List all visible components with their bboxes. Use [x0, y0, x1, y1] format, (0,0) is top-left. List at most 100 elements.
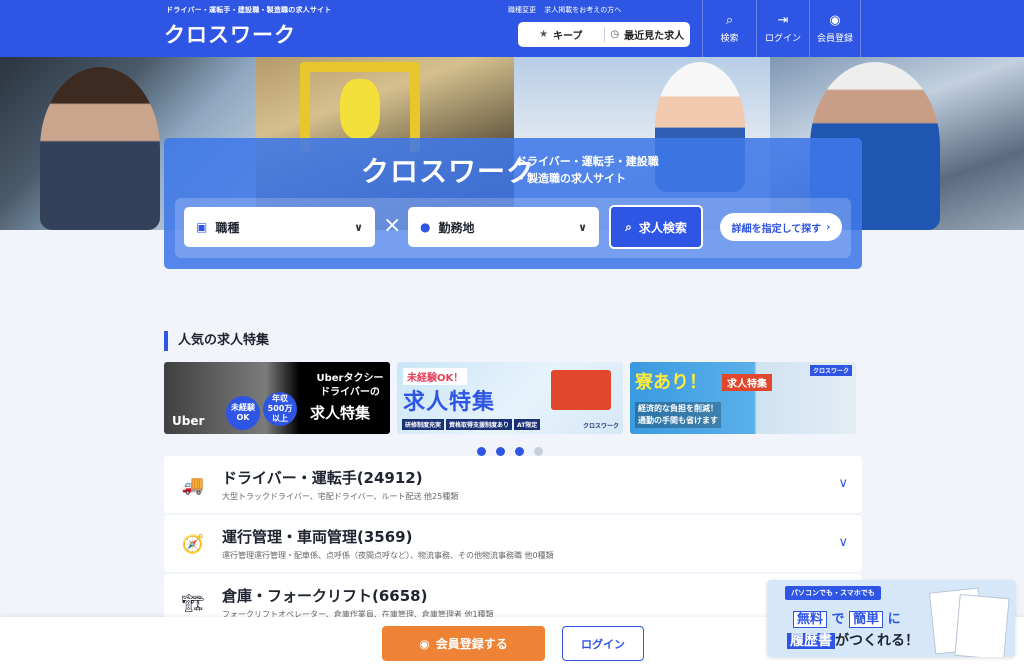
nav-search[interactable]: ⌕ 検索 [702, 0, 756, 57]
search-panel: クロスワーク ドライバー・運転手・建設職 ・製造職の求人サイト ▣ 職種 ∨ ×… [164, 138, 862, 269]
register-label: 会員登録する [435, 637, 508, 651]
no-experience-small: 未経験OK！ [403, 368, 468, 385]
banner-logo: クロスワーク [582, 423, 619, 430]
change-job-link[interactable]: 職種変更 [508, 6, 536, 14]
dormitory-line1: 経済的な負担を削減！ [638, 404, 718, 413]
carousel-dot[interactable] [534, 447, 543, 456]
banner-tag: AT限定 [514, 419, 541, 430]
ad-line1: パソコンでも・スマホでも [785, 586, 881, 600]
clock-icon: ◷ [610, 29, 620, 40]
briefcase-icon: ▣ [196, 220, 208, 234]
chevron-down-icon[interactable]: ∨ [838, 535, 848, 550]
login-button[interactable]: ログイン [562, 626, 644, 661]
uber-brand: Uber [172, 414, 205, 428]
ad-word-easy: 簡単 [849, 611, 884, 628]
dormitory-lines: 経済的な負担を削減！ 通勤の手間も省けます [635, 402, 721, 428]
search-form: ▣ 職種 ∨ × ● 勤務地 ∨ ⌕ 求人検索 詳細を指定して探す › [175, 198, 851, 258]
ad-word-resume: 履歴書 [787, 633, 835, 649]
resume-ad[interactable]: パソコンでも・スマホでも 無料 で 簡単 に 履歴書 がつくれる！ [767, 580, 1015, 657]
map-pin-icon: ● [420, 220, 431, 234]
site-header: ドライバー・運転手・建設職・製造職の求人サイト クロスワーク 職種変更 求人掲載… [0, 0, 1024, 57]
location-value: 勤務地 [438, 220, 475, 235]
banner-tags: 研修制度充実 資格取得支援制度あり AT限定 [402, 419, 541, 430]
dormitory-big: 寮あり！ [635, 372, 707, 393]
ad-particle2: に [887, 612, 901, 627]
category-desc: 運行管理運行管理・配車係、点呼係（夜間点呼など）、物流事務、その他物流事務職 他… [222, 551, 554, 560]
user-circle-icon: ◉ [419, 636, 430, 651]
nav-login[interactable]: ⇥ ログイン [756, 0, 809, 57]
ad-particle1: で [831, 612, 845, 627]
job-type-value: 職種 [215, 220, 240, 235]
detailed-search-button[interactable]: 詳細を指定して探す › [720, 213, 842, 241]
nav-login-label: ログイン [764, 33, 801, 44]
location-select[interactable]: ● 勤務地 ∨ [408, 207, 599, 247]
truck-icon: 🚚 [181, 474, 205, 496]
register-button[interactable]: ◉ 会員登録する [382, 626, 545, 661]
no-experience-big: 求人特集 [403, 390, 496, 415]
category-driver[interactable]: 🚚 ドライバー・運転手(24912) 大型トラックドライバー、宅配ドライバー、ル… [164, 456, 862, 513]
carousel-dot[interactable] [477, 447, 486, 456]
hero-person-driver [40, 67, 160, 230]
job-search-label: 求人検索 [638, 220, 687, 235]
detailed-search-label: 詳細を指定して探す [731, 223, 822, 235]
login-icon: ⇥ [777, 12, 789, 28]
category-operations[interactable]: 🧭 運行管理・車両管理(3569) 運行管理運行管理・配車係、点呼係（夜間点呼な… [164, 515, 862, 572]
star-icon: ★ [539, 29, 549, 40]
badge-salary: 年収 500万 以上 [263, 392, 297, 426]
keep-label: キープ [553, 31, 583, 42]
keep-button[interactable]: ★ キープ [518, 27, 604, 42]
carousel-dots [477, 447, 543, 456]
panel-logo: クロスワーク [361, 155, 536, 188]
chevron-down-icon: ∨ [354, 220, 363, 234]
container-illustration [551, 370, 611, 410]
site-logo[interactable]: クロスワーク [164, 19, 296, 49]
dormitory-line2: 通勤の手間も省けます [638, 416, 718, 425]
panel-subtitle-line1: ドライバー・運転手・建設職 [516, 155, 659, 168]
banner-uber[interactable]: Uber 未経験 OK 年収 500万 以上 Uberタクシー ドライバーの 求… [164, 362, 390, 434]
keep-recent-pill: ★ キープ ◷ 最近見た求人 [518, 22, 690, 47]
panel-subtitle: ドライバー・運転手・建設職 ・製造職の求人サイト [516, 153, 659, 187]
banner-logo: クロスワーク [809, 365, 852, 376]
carousel-dot[interactable] [515, 447, 524, 456]
uber-big-text: 求人特集 [310, 404, 371, 422]
cross-icon: × [383, 213, 402, 238]
chevron-down-icon[interactable]: ∨ [838, 476, 848, 491]
category-title: 運行管理・車両管理(3569) [222, 528, 413, 546]
banner-tag: 研修制度充実 [402, 419, 445, 430]
dormitory-tag: 求人特集 [722, 374, 772, 391]
uber-headline: Uberタクシー ドライバーの [316, 373, 384, 398]
panel-subtitle-line2: ・製造職の求人サイト [516, 172, 626, 185]
chevron-down-icon: ∨ [578, 220, 587, 234]
nav-register-label: 会員登録 [816, 33, 853, 44]
badge-no-experience: 未経験 OK [226, 396, 260, 430]
category-title: 倉庫・フォークリフト(6658) [222, 587, 428, 605]
employer-link[interactable]: 求人掲載をお考えの方へ [544, 6, 621, 14]
ad-line3: 履歴書 がつくれる！ [787, 630, 919, 650]
ad-word-free: 無料 [793, 611, 828, 628]
search-icon: ⌕ [625, 219, 632, 234]
job-search-button[interactable]: ⌕ 求人検索 [609, 205, 703, 249]
search-icon: ⌕ [725, 12, 734, 28]
compass-icon: 🧭 [181, 533, 205, 555]
recent-jobs-button[interactable]: ◷ 最近見た求人 [605, 27, 691, 42]
category-desc: 大型トラックドライバー、宅配ドライバー、ルート配送 他25種類 [222, 492, 459, 501]
banner-dormitory[interactable]: 寮あり！ 求人特集 経済的な負担を削減！ 通勤の手間も省けます クロスワーク [630, 362, 856, 434]
ad-line2: 無料 で 簡単 に [793, 608, 901, 628]
header-links: 職種変更 求人掲載をお考えの方へ [508, 5, 627, 15]
resume-paper-illustration [954, 593, 1010, 657]
site-tagline: ドライバー・運転手・建設職・製造職の求人サイト [166, 6, 332, 14]
category-title: ドライバー・運転手(24912) [222, 469, 423, 487]
job-type-select[interactable]: ▣ 職種 ∨ [184, 207, 375, 247]
nav-search-label: 検索 [720, 33, 739, 44]
featured-section-title: 人気の求人特集 [164, 331, 269, 351]
banner-tag: 資格取得支援制度あり [446, 419, 513, 430]
hero-person-forklift [340, 79, 380, 139]
user-circle-icon: ◉ [829, 12, 841, 28]
chevron-right-icon: › [826, 221, 831, 233]
ad-tail: がつくれる！ [835, 633, 919, 649]
banner-no-experience[interactable]: 未経験OK！ 求人特集 研修制度充実 資格取得支援制度あり AT限定 クロスワー… [397, 362, 623, 434]
recent-label: 最近見た求人 [624, 31, 685, 42]
carousel-dot[interactable] [496, 447, 505, 456]
nav-register[interactable]: ◉ 会員登録 [809, 0, 861, 57]
forklift-icon: 🏗 [181, 592, 205, 614]
